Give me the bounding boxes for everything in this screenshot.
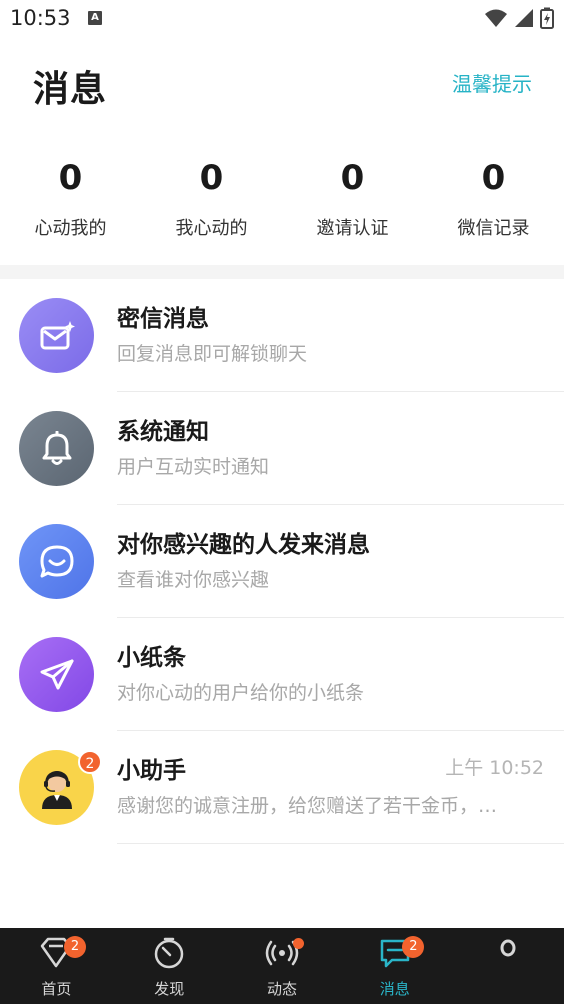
stat-value: 0 <box>481 158 506 198</box>
signal-icon <box>515 9 533 27</box>
notification-icon: A <box>88 11 102 25</box>
bottom-nav: 2 首页 发现 动态 2 消息 <box>0 928 564 1004</box>
item-title: 系统通知 <box>117 419 209 445</box>
stats-row: 0 心动我的 0 我心动的 0 邀请认证 0 微信记录 <box>0 150 564 260</box>
section-divider <box>0 265 564 279</box>
page-header: 消息 温馨提示 <box>0 40 564 130</box>
nav-home[interactable]: 2 首页 <box>0 928 113 1004</box>
list-item-notes[interactable]: 小纸条 对你心动的用户给你的小纸条 <box>0 618 564 731</box>
profile-icon <box>500 939 516 957</box>
item-title: 小纸条 <box>117 645 186 671</box>
item-subtitle: 用户互动实时通知 <box>117 456 270 478</box>
list-item-system-notice[interactable]: 系统通知 用户互动实时通知 <box>0 392 564 505</box>
compass-icon <box>154 937 184 969</box>
bell-icon <box>19 411 94 486</box>
stat-i-liked[interactable]: 0 我心动的 <box>141 150 282 260</box>
list-item-assistant[interactable]: 2 小助手 上午 10:52 感谢您的诚意注册，给您赠送了若干金币，… <box>0 731 564 844</box>
mail-icon <box>19 298 94 373</box>
stat-value: 0 <box>58 158 83 198</box>
nav-label: 消息 <box>379 980 410 998</box>
item-subtitle: 查看谁对你感兴趣 <box>117 569 270 591</box>
status-bar: 10:53 A <box>0 0 564 40</box>
wifi-icon <box>485 9 507 27</box>
nav-label: 发现 <box>154 980 185 998</box>
item-subtitle: 感谢您的诚意注册，给您赠送了若干金币，… <box>117 795 498 817</box>
nav-badge: 2 <box>64 936 86 958</box>
page-title: 消息 <box>33 69 108 110</box>
unread-badge: 2 <box>78 750 102 774</box>
item-title: 小助手 <box>117 758 186 784</box>
nav-messages[interactable]: 2 消息 <box>338 928 451 1004</box>
item-time: 上午 10:52 <box>445 757 544 779</box>
stat-wechat-records[interactable]: 0 微信记录 <box>423 150 564 260</box>
stat-label: 邀请认证 <box>316 218 389 239</box>
stat-invite-verify[interactable]: 0 邀请认证 <box>282 150 423 260</box>
item-subtitle: 对你心动的用户给你的小纸条 <box>117 682 365 704</box>
nav-label: 动态 <box>266 980 297 998</box>
system-icons <box>484 7 554 29</box>
stat-liked-me[interactable]: 0 心动我的 <box>0 150 141 260</box>
stat-label: 微信记录 <box>457 218 530 239</box>
item-title: 对你感兴趣的人发来消息 <box>117 532 370 558</box>
nav-dot <box>292 938 304 949</box>
list-item-interested-messages[interactable]: 对你感兴趣的人发来消息 查看谁对你感兴趣 <box>0 505 564 618</box>
nav-badge: 2 <box>402 936 425 958</box>
item-subtitle: 回复消息即可解锁聊天 <box>117 343 308 365</box>
chat-icon <box>19 524 94 599</box>
stat-value: 0 <box>340 158 365 198</box>
tips-link[interactable]: 温馨提示 <box>452 68 532 97</box>
list-item-secret-messages[interactable]: 密信消息 回复消息即可解锁聊天 <box>0 279 564 392</box>
battery-icon <box>540 7 554 29</box>
stat-value: 0 <box>199 158 224 198</box>
nav-moments[interactable]: 动态 <box>226 928 339 1004</box>
divider <box>117 843 564 844</box>
stat-label: 心动我的 <box>34 218 107 239</box>
item-title: 密信消息 <box>117 306 209 332</box>
status-time: 10:53 <box>10 6 71 30</box>
nav-discover[interactable]: 发现 <box>113 928 226 1004</box>
nav-profile[interactable] <box>451 928 564 1004</box>
nav-label: 首页 <box>41 980 72 998</box>
message-list: 密信消息 回复消息即可解锁聊天 系统通知 用户互动实时通知 对你感兴趣的人发来消… <box>0 279 564 844</box>
paper-plane-icon <box>19 637 94 712</box>
stat-label: 我心动的 <box>175 218 248 239</box>
